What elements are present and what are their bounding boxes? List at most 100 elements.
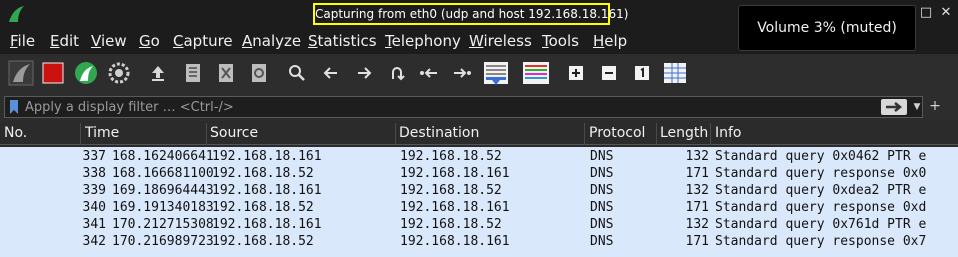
search-icon[interactable]: [282, 58, 312, 88]
packet-source: 192.168.18.161: [212, 149, 322, 164]
chevron-down-icon[interactable]: ▼: [911, 99, 923, 115]
packet-no: 342: [82, 234, 106, 249]
packet-source: 192.168.18.161: [212, 217, 322, 232]
packet-no: 337: [82, 149, 106, 164]
back-arrow-icon[interactable]: [316, 58, 346, 88]
menu-statistics[interactable]: Statistics: [308, 32, 377, 50]
packet-time: 170.216989723: [112, 234, 214, 249]
packet-length: 132: [685, 183, 709, 198]
packet-length: 132: [685, 149, 709, 164]
column-time[interactable]: Time: [85, 125, 119, 141]
display-filter-box: ▼: [4, 96, 923, 118]
column-no[interactable]: No.: [4, 125, 27, 141]
volume-osd: Volume 3% (muted): [738, 5, 916, 51]
last-packet-icon[interactable]: [447, 58, 477, 88]
first-packet-icon[interactable]: [414, 58, 444, 88]
packet-length: 132: [685, 217, 709, 232]
apply-filter-button[interactable]: [881, 99, 907, 115]
display-filter-input[interactable]: [25, 98, 855, 116]
packet-source: 192.168.18.52: [212, 234, 314, 249]
resize-columns-icon[interactable]: [660, 58, 690, 88]
packet-list: 337 168.162406641 192.168.18.161 192.168…: [0, 147, 958, 257]
packet-length: 171: [685, 166, 709, 181]
column-length[interactable]: Length: [660, 125, 708, 141]
packet-destination: 192.168.18.161: [400, 200, 510, 215]
zoom-in-icon[interactable]: [561, 58, 591, 88]
packet-info: Standard query 0x0462 PTR e: [715, 149, 927, 164]
main-toolbar: [0, 54, 958, 93]
menu-wireless[interactable]: Wireless: [469, 32, 532, 50]
packet-row[interactable]: 339 169.186964443 192.168.18.161 192.168…: [0, 182, 958, 199]
packet-row[interactable]: 338 168.166681100 192.168.18.52 192.168.…: [0, 165, 958, 182]
capture-title: Capturing from eth0 (udp and host 192.16…: [313, 3, 628, 25]
packet-source: 192.168.18.161: [212, 183, 322, 198]
shark-fin-restart-icon[interactable]: [71, 58, 101, 88]
packet-destination: 192.168.18.161: [400, 234, 510, 249]
add-filter-button-icon[interactable]: +: [928, 96, 942, 116]
packet-destination: 192.168.18.52: [400, 149, 502, 164]
packet-info: Standard query response 0x7: [715, 234, 927, 249]
auto-scroll-icon[interactable]: [481, 58, 511, 88]
column-destination[interactable]: Destination: [399, 125, 479, 141]
packet-source: 192.168.18.52: [212, 200, 314, 215]
packet-protocol: DNS: [590, 234, 614, 249]
packet-info: Standard query 0xdea2 PTR e: [715, 183, 927, 198]
arrow-right-icon: [886, 102, 903, 112]
packet-no: 341: [82, 217, 106, 232]
packet-protocol: DNS: [590, 217, 614, 232]
menu-view[interactable]: View: [91, 32, 127, 50]
packet-time: 169.186964443: [112, 183, 214, 198]
menu-telephony[interactable]: Telephony: [385, 32, 461, 50]
packet-protocol: DNS: [590, 166, 614, 181]
packet-source: 192.168.18.52: [212, 166, 314, 181]
menu-tools[interactable]: Tools: [542, 32, 579, 50]
forward-arrow-icon[interactable]: [349, 58, 379, 88]
column-protocol[interactable]: Protocol: [589, 125, 645, 141]
wireshark-logo-icon: [9, 6, 24, 22]
packet-info: Standard query response 0xd: [715, 200, 927, 215]
packet-row[interactable]: 341 170.212715308 192.168.18.161 192.168…: [0, 216, 958, 233]
menu-help[interactable]: Help: [593, 32, 627, 50]
open-file-icon[interactable]: [143, 58, 173, 88]
packet-row[interactable]: 342 170.216989723 192.168.18.52 192.168.…: [0, 233, 958, 250]
packet-length: 171: [685, 200, 709, 215]
colorize-icon[interactable]: [521, 58, 551, 88]
packet-time: 169.191340183: [112, 200, 214, 215]
menu-go[interactable]: Go: [139, 32, 160, 50]
menu-analyze[interactable]: Analyze: [242, 32, 301, 50]
packet-no: 339: [82, 183, 106, 198]
column-source[interactable]: Source: [210, 125, 258, 141]
packet-row[interactable]: 337 168.162406641 192.168.18.161 192.168…: [0, 148, 958, 165]
packet-protocol: DNS: [590, 200, 614, 215]
packet-list-header: No. Time Source Destination Protocol Len…: [0, 123, 958, 145]
packet-destination: 192.168.18.52: [400, 217, 502, 232]
packet-destination: 192.168.18.161: [400, 166, 510, 181]
packet-length: 171: [685, 234, 709, 249]
packet-time: 168.162406641: [112, 149, 214, 164]
gear-options-icon[interactable]: [104, 58, 134, 88]
bookmark-icon[interactable]: [8, 99, 20, 115]
packet-destination: 192.168.18.52: [400, 183, 502, 198]
go-to-packet-icon[interactable]: [382, 58, 412, 88]
close-icon[interactable]: ✕: [938, 5, 954, 21]
zoom-out-icon[interactable]: [594, 58, 624, 88]
shark-fin-start-icon[interactable]: [6, 58, 36, 88]
packet-no: 338: [82, 166, 106, 181]
stop-square-icon[interactable]: [38, 58, 68, 88]
close-file-icon[interactable]: [211, 58, 241, 88]
save-file-icon[interactable]: [178, 58, 208, 88]
packet-info: Standard query 0x761d PTR e: [715, 217, 927, 232]
column-info[interactable]: Info: [715, 125, 742, 141]
menu-edit[interactable]: Edit: [50, 32, 79, 50]
menu-capture[interactable]: Capture: [173, 32, 233, 50]
maximize-icon[interactable]: □: [918, 5, 934, 21]
packet-row[interactable]: 340 169.191340183 192.168.18.52 192.168.…: [0, 199, 958, 216]
normal-size-icon[interactable]: [627, 58, 657, 88]
reload-file-icon[interactable]: [244, 58, 274, 88]
packet-protocol: DNS: [590, 183, 614, 198]
display-filter-bar: ▼ +: [0, 93, 958, 121]
menu-file[interactable]: File: [10, 32, 35, 50]
packet-time: 168.166681100: [112, 166, 214, 181]
packet-protocol: DNS: [590, 149, 614, 164]
packet-time: 170.212715308: [112, 217, 214, 232]
